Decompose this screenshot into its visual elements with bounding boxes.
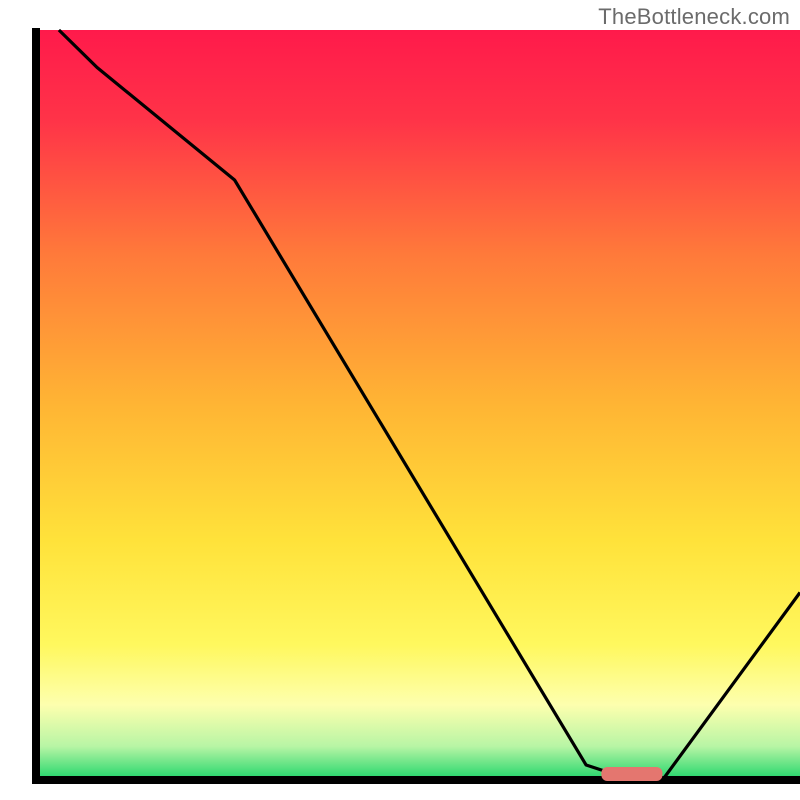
watermark-text: TheBottleneck.com xyxy=(598,4,790,30)
bottleneck-chart xyxy=(0,0,800,800)
optimal-marker xyxy=(601,767,662,781)
plot-background xyxy=(36,30,800,780)
chart-container: TheBottleneck.com xyxy=(0,0,800,800)
